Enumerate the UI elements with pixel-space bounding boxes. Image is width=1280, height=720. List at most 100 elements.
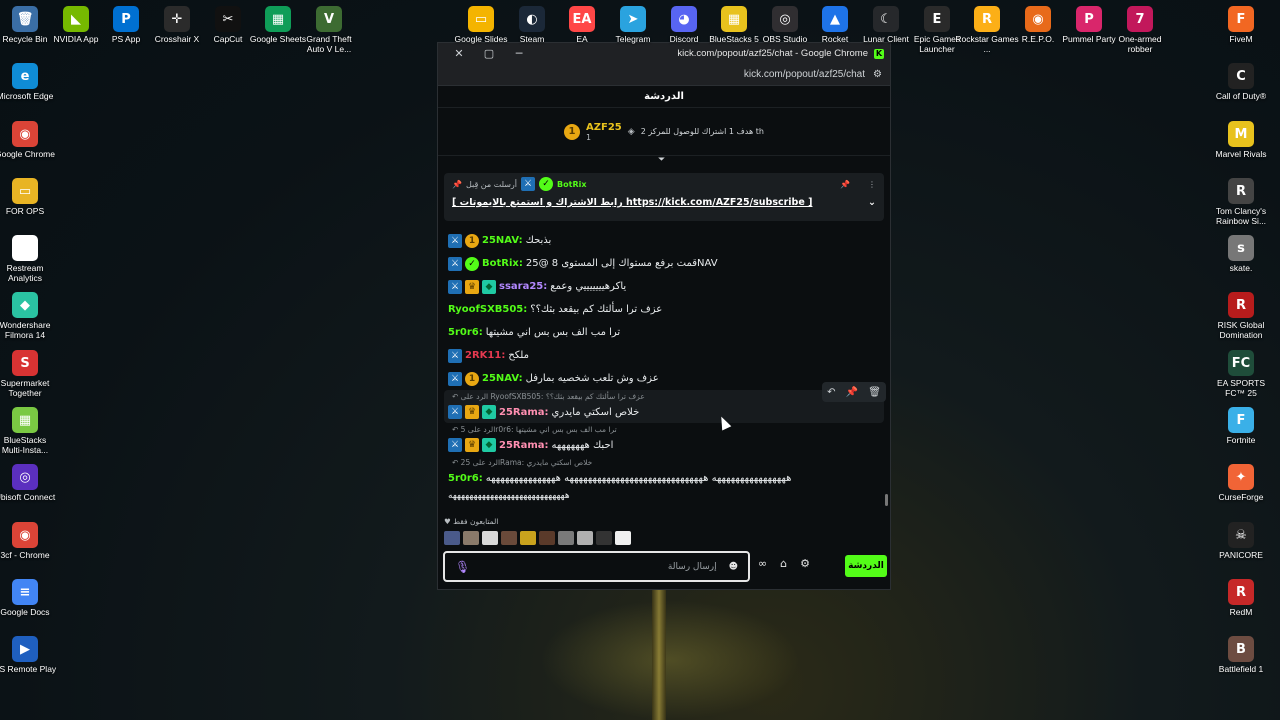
- chat-scrollbar[interactable]: [885, 494, 888, 506]
- chat-username[interactable]: BotRix:: [482, 258, 523, 269]
- chat-message[interactable]: ⚔ ✓ BotRix: قمت برفع مستواك إلى المستوى 8 @…: [444, 252, 884, 275]
- url-text[interactable]: kick.com/popout/azf25/chat: [744, 69, 865, 80]
- desktop-shortcut[interactable]: F FiveM: [1209, 2, 1273, 44]
- emote[interactable]: [558, 531, 574, 545]
- chat-text: عزف ترا سألتك كم بيقعد بثك؟؟: [530, 304, 663, 315]
- emote[interactable]: [539, 531, 555, 545]
- chat-username[interactable]: 5r0r6:: [448, 473, 483, 484]
- close-window-button[interactable]: ✕: [444, 47, 474, 60]
- mod-badge-icon: ⚔: [448, 371, 462, 386]
- sub-goal-banner[interactable]: 1 AZF25 1 ◈ هدف 1 اشتراك للوصول للمركز 2…: [438, 108, 890, 156]
- reply-reference[interactable]: ↶ الرد على RyoofSXB505: عزف ترا سألتك كم…: [444, 392, 884, 403]
- expand-chevron-icon[interactable]: ⌄: [868, 197, 876, 208]
- chat-message[interactable]: 5r0r6: ترا مب الف بس بس اني مشيتها: [444, 321, 884, 344]
- chat-message[interactable]: ⚔ 1 25NAV: عزف وش تلعب شخصيه بمارفل: [444, 367, 884, 390]
- desktop-shortcut[interactable]: ▭ FOR OPS: [0, 174, 57, 216]
- chat-message[interactable]: RyoofSXB505: عزف ترا سألتك كم بيقعد بثك؟؟: [444, 298, 884, 321]
- chat-message[interactable]: 5r0r6: ههههههههههههههههه هههههههههههههههه…: [444, 469, 884, 487]
- unpin-icon[interactable]: 📌: [840, 180, 850, 189]
- minimize-window-button[interactable]: ─: [504, 47, 534, 60]
- desktop-shortcut[interactable]: ▦ BlueStacks Multi-Insta...: [0, 403, 57, 455]
- emote[interactable]: [501, 531, 517, 545]
- settings-gear-icon[interactable]: ⚙: [800, 557, 810, 570]
- reply-message[interactable]: ↶ الرد على RyoofSXB505: عزف ترا سألتك كم…: [444, 390, 884, 423]
- chat-toolbar: ∞ ⌂ ⚙: [758, 557, 810, 570]
- emote[interactable]: [482, 531, 498, 545]
- desktop-shortcut[interactable]: R Tom Clancy's Rainbow Si...: [1209, 174, 1273, 226]
- emote[interactable]: [444, 531, 460, 545]
- chat-username[interactable]: 5r0r6:: [448, 327, 483, 338]
- desktop-shortcut[interactable]: ◎ Ubisoft Connect: [0, 460, 57, 502]
- emote[interactable]: [596, 531, 612, 545]
- chat-text-continued: ههههههههههههههههههههههههههههه: [448, 491, 570, 501]
- desktop-shortcut[interactable]: B Battlefield 1: [1209, 632, 1273, 674]
- desktop-shortcut[interactable]: ✦ CurseForge: [1209, 460, 1273, 502]
- pinned-user[interactable]: BotRix: [557, 180, 586, 189]
- emoji-icon[interactable]: ☻: [729, 562, 738, 572]
- desktop-shortcut-label: Google Chrome: [0, 149, 55, 159]
- collapse-chevron-icon[interactable]: ⏷: [658, 155, 665, 165]
- emote[interactable]: [577, 531, 593, 545]
- chat-message[interactable]: ⚔ ♛ ◆ 25Rama: احبك هههههههه: [444, 436, 884, 454]
- chat-message[interactable]: ⚔ ♛ ◆ 25Rama: خلاص اسكتي مايدري: [444, 403, 884, 421]
- reply-icon[interactable]: ↶: [827, 387, 835, 398]
- pinned-link[interactable]: [ رابط الاشتراك و استمتع بالايموتات http…: [452, 197, 812, 208]
- pin-message-icon[interactable]: 📌: [846, 387, 858, 398]
- heart-icon: ♥: [444, 517, 451, 526]
- chat-username[interactable]: 25NAV:: [482, 235, 523, 246]
- delete-icon[interactable]: 🗑: [868, 387, 881, 398]
- chat-username[interactable]: 25NAV:: [482, 373, 523, 384]
- mod-badge-icon: ⚔: [448, 405, 462, 419]
- desktop-shortcut[interactable]: s skate.: [1209, 231, 1273, 273]
- telegram-icon: ➤: [620, 6, 646, 32]
- desktop-shortcut[interactable]: ◆ Wondershare Filmora 14: [0, 288, 57, 340]
- kicks-icon[interactable]: ∞: [758, 557, 767, 570]
- more-options-icon[interactable]: ⋮: [868, 180, 876, 189]
- recycle-bin-icon: 🗑: [12, 6, 38, 32]
- reply-message[interactable]: ↶ الرد على 25Rama: خلاص اسكتي مايدري 5r0r…: [444, 456, 884, 489]
- chat-message[interactable]: ⚔ 2RK11: ملكح: [444, 344, 884, 367]
- chat-username[interactable]: RyoofSXB505:: [448, 304, 527, 315]
- chat-message[interactable]: ⚔ 1 25NAV: بذبحك: [444, 229, 884, 252]
- desktop-shortcut-label: One-armed robber: [1118, 34, 1162, 54]
- desktop-shortcut[interactable]: C Call of Duty®: [1209, 59, 1273, 101]
- chat-username[interactable]: 25Rama:: [499, 440, 549, 451]
- desktop-shortcut[interactable]: S Supermarket Together: [0, 346, 57, 398]
- chat-input[interactable]: 🎙 إرسال رسالة ☻: [443, 551, 750, 582]
- emote[interactable]: [463, 531, 479, 545]
- desktop-shortcut[interactable]: R RISK Global Domination: [1209, 288, 1273, 340]
- desktop-shortcut[interactable]: e Microsoft Edge: [0, 59, 57, 101]
- reply-reference[interactable]: ↶ الرد على 5r0r6: ترا مب الف بس بس اني م…: [444, 425, 884, 436]
- desktop-shortcut[interactable]: ◉ 3cf - Chrome: [0, 518, 57, 560]
- chat-username[interactable]: ssara25:: [499, 281, 547, 292]
- chat-message[interactable]: ⚔ ♛ ◆ ssara25: ياكرهيييييييي وعمع: [444, 275, 884, 298]
- emote[interactable]: [520, 531, 536, 545]
- chat-username[interactable]: 25Rama:: [499, 407, 549, 418]
- fc25-icon: FC: [1228, 350, 1254, 376]
- desktop-shortcut[interactable]: ☠ PANICORE: [1209, 518, 1273, 560]
- mic-icon[interactable]: 🎙: [455, 560, 470, 574]
- desktop-shortcut[interactable]: FC EA SPORTS FC™ 25: [1209, 346, 1273, 398]
- filmora-icon: ◆: [12, 292, 38, 318]
- desktop-shortcut[interactable]: F Fortnite: [1209, 403, 1273, 445]
- ubisoft-icon: ◎: [12, 464, 38, 490]
- desktop-shortcut[interactable]: ◉ Google Chrome: [0, 117, 57, 159]
- desktop-shortcut[interactable]: R RedM: [1209, 575, 1273, 617]
- maximize-window-button[interactable]: ▢: [474, 47, 504, 60]
- desktop-shortcut[interactable]: 7 One-armed robber: [1108, 2, 1172, 54]
- desktop-shortcut[interactable]: ≡ Google Docs: [0, 575, 57, 617]
- chat-username[interactable]: 2RK11:: [465, 350, 505, 361]
- desktop-shortcut[interactable]: R Restream Analytics: [0, 231, 57, 283]
- site-settings-icon[interactable]: ⚙: [873, 69, 882, 80]
- desktop-shortcut[interactable]: ▶ PS Remote Play: [0, 632, 57, 674]
- desktop-shortcut[interactable]: V Grand Theft Auto V Le...: [297, 2, 361, 54]
- send-chat-button[interactable]: الدردشة: [845, 555, 887, 577]
- address-bar[interactable]: kick.com/popout/azf25/chat ⚙: [438, 64, 890, 86]
- docs-icon: ≡: [12, 579, 38, 605]
- desktop-shortcut[interactable]: M Marvel Rivals: [1209, 117, 1273, 159]
- reply-reference[interactable]: ↶ الرد على 25Rama: خلاص اسكتي مايدري: [444, 458, 884, 469]
- reply-message[interactable]: ↶ الرد على 5r0r6: ترا مب الف بس بس اني م…: [444, 423, 884, 456]
- emote[interactable]: [615, 531, 631, 545]
- desktop-shortcut-label: CurseForge: [1218, 492, 1264, 502]
- store-icon[interactable]: ⌂: [780, 557, 787, 570]
